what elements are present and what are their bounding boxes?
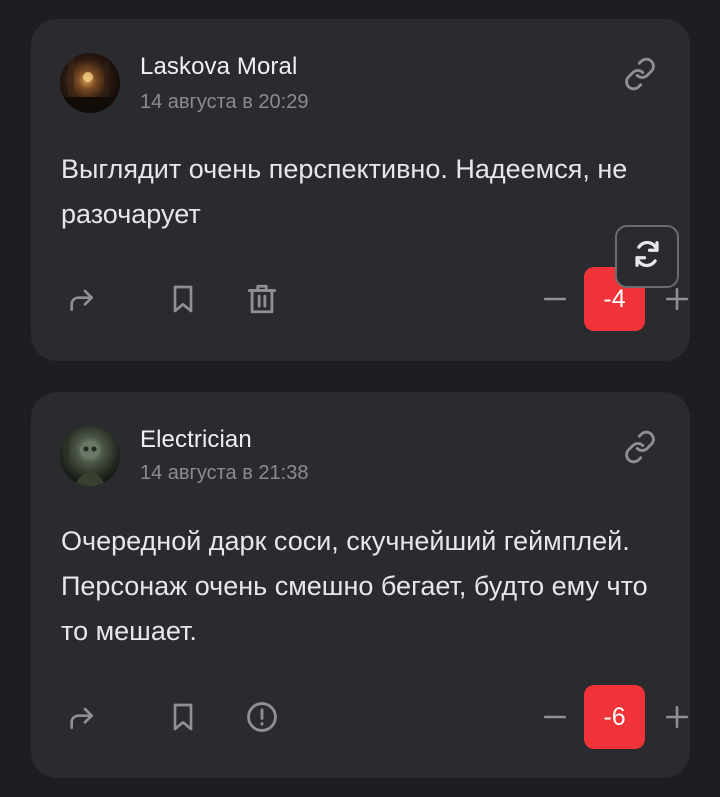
trash-icon[interactable] [242,279,282,319]
comment-text: Выглядит очень перспективно. Надеемся, н… [61,154,628,229]
refresh-icon [632,239,662,274]
downvote-button[interactable] [539,279,571,319]
comment-author[interactable]: Electrician [140,426,252,454]
comment-card: Electrician 14 августа в 21:38 Очередной… [31,392,690,778]
comment-date[interactable]: 14 августа в 21:38 [140,462,308,485]
reply-icon[interactable] [61,697,101,737]
comment-card: Laskova Moral 14 августа в 20:29 Выгляди… [31,19,690,361]
avatar[interactable] [60,426,120,486]
comment-author[interactable]: Laskova Moral [140,53,297,81]
comment-date[interactable]: 14 августа в 20:29 [140,91,308,114]
comment-score: -6 [584,685,645,749]
link-icon[interactable] [623,57,657,91]
link-icon[interactable] [623,430,657,464]
comment-actions: -6 [61,685,689,749]
refresh-button[interactable] [615,225,679,288]
comment-actions: -4 [61,267,689,331]
bookmark-icon[interactable] [163,697,203,737]
reply-icon[interactable] [61,279,101,319]
upvote-button[interactable] [661,697,693,737]
comment-text: Очередной дарк соси, скучнейший геймплей… [61,526,648,646]
comments-feed: Laskova Moral 14 августа в 20:29 Выгляди… [0,0,720,797]
bookmark-icon[interactable] [163,279,203,319]
avatar[interactable] [60,53,120,113]
report-icon[interactable] [242,697,282,737]
downvote-button[interactable] [539,697,571,737]
